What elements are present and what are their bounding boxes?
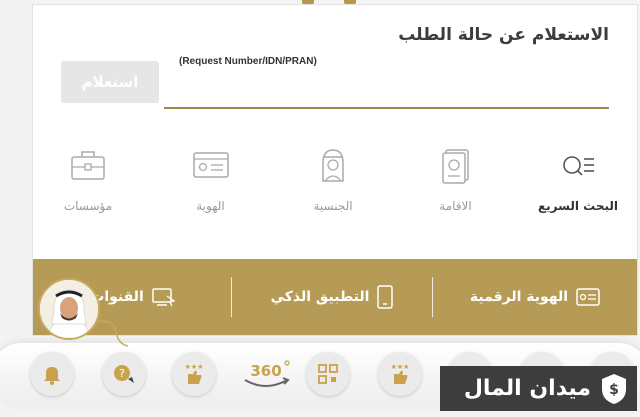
service-label: مؤسسات — [63, 199, 113, 213]
qr-code-button[interactable] — [306, 352, 350, 396]
quick-search-icon — [563, 156, 594, 176]
money-shield-icon: $ — [602, 373, 626, 404]
site-watermark: ميدان المال $ — [440, 366, 637, 411]
watermark-text: ميدان المال — [463, 376, 591, 401]
service-quick-search[interactable]: البحث السريع — [533, 145, 623, 245]
help-chat-icon: ? — [114, 365, 134, 383]
svg-text:★★★: ★★★ — [391, 363, 410, 371]
help-chat-button[interactable]: ? — [102, 352, 146, 396]
service-label: البحث السريع — [537, 199, 619, 213]
service-id[interactable]: الهوية — [166, 145, 256, 245]
digital-id-icon — [576, 288, 600, 306]
id-card-icon — [192, 152, 229, 178]
assistant-avatar[interactable] — [38, 278, 100, 340]
inquiry-submit-button[interactable]: استعلام — [61, 61, 159, 103]
passport-icon — [441, 149, 469, 184]
rating-thumb-icon: ★★★ — [391, 363, 410, 384]
svg-text:$: $ — [609, 382, 619, 398]
bar-label: الهوية الرقمية — [469, 289, 569, 305]
service-label: الهوية — [196, 199, 225, 213]
service-establishments[interactable]: مؤسسات — [43, 145, 133, 245]
rating-thumb-icon: ★★★ — [185, 363, 204, 384]
service-nationality[interactable]: الجنسية — [288, 145, 378, 245]
notifications-button[interactable] — [30, 352, 74, 396]
feedback-button[interactable]: ★★★ — [378, 352, 422, 396]
service-label: الجنسية — [313, 199, 353, 213]
smartphone-icon — [377, 285, 394, 309]
channels-icon — [152, 288, 176, 307]
chat-tail-icon — [94, 320, 129, 347]
request-number-input[interactable] — [164, 71, 609, 109]
smart-app-link[interactable]: التطبيق الذكي — [232, 277, 432, 317]
bell-icon — [44, 367, 60, 385]
service-residency[interactable]: الاقامة — [411, 145, 501, 245]
status-inquiry-card: الاستعلام عن حالة الطلب (Request Number/… — [32, 4, 638, 336]
request-number-label: (Request Number/IDN/PRAN) — [179, 56, 317, 67]
badge-360: 360 — [250, 362, 281, 380]
briefcase-icon — [71, 151, 105, 180]
360-view-icon: 360 — [244, 360, 290, 387]
digital-id-link[interactable]: الهوية الرقمية — [433, 277, 637, 317]
page-title: الاستعلام عن حالة الطلب — [398, 25, 609, 45]
rating-button[interactable]: ★★★ — [172, 352, 216, 396]
svg-text:?: ? — [119, 367, 125, 380]
nationality-person-icon — [322, 149, 344, 182]
assistant-character-icon — [40, 280, 98, 338]
service-label: الاقامة — [439, 199, 472, 213]
service-list: البحث السريع الاقامة الجنسية الهوية مؤسس… — [43, 145, 623, 245]
svg-text:★★★: ★★★ — [185, 363, 204, 371]
bar-label: التطبيق الذكي — [270, 289, 370, 305]
virtual-tour-button[interactable]: 360 — [236, 352, 296, 396]
qr-code-icon — [318, 364, 338, 384]
